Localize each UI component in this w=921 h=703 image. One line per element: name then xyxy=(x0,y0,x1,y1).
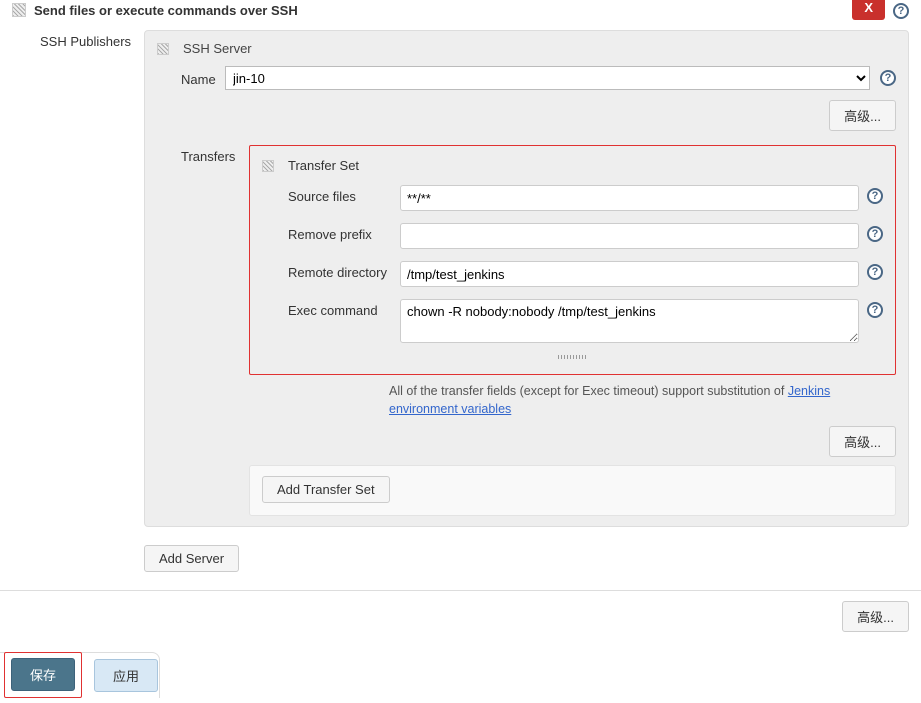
remote-directory-label: Remote directory xyxy=(262,261,400,280)
add-server-button[interactable]: Add Server xyxy=(144,545,239,572)
help-icon[interactable]: ? xyxy=(880,70,896,86)
transfer-set-label: Transfer Set xyxy=(288,158,359,173)
transfers-label: Transfers xyxy=(157,145,249,516)
remove-prefix-label: Remove prefix xyxy=(262,223,400,242)
save-button[interactable]: 保存 xyxy=(11,658,75,691)
server-name-select[interactable]: jin-10 xyxy=(225,66,870,90)
add-transfer-set-button[interactable]: Add Transfer Set xyxy=(262,476,390,503)
save-highlight: 保存 xyxy=(4,652,82,698)
help-icon[interactable]: ? xyxy=(893,3,909,19)
exec-command-label: Exec command xyxy=(262,299,400,318)
advanced-button[interactable]: 高级... xyxy=(829,426,896,457)
source-files-input[interactable] xyxy=(400,185,859,211)
resize-grip-icon[interactable] xyxy=(262,347,883,362)
ssh-publishers-panel: SSH Server Name jin-10 ? 高级... Transfers xyxy=(144,30,909,527)
name-label: Name xyxy=(157,69,225,87)
ssh-publishers-label: SSH Publishers xyxy=(12,30,144,527)
drag-handle-icon[interactable] xyxy=(157,43,169,55)
substitution-note: All of the transfer fields (except for E… xyxy=(389,383,896,418)
help-icon[interactable]: ? xyxy=(867,264,883,280)
remote-directory-input[interactable] xyxy=(400,261,859,287)
advanced-button[interactable]: 高级... xyxy=(842,601,909,632)
help-icon[interactable]: ? xyxy=(867,302,883,318)
advanced-button[interactable]: 高级... xyxy=(829,100,896,131)
help-icon[interactable]: ? xyxy=(867,188,883,204)
section-title: Send files or execute commands over SSH xyxy=(34,3,852,18)
transfer-set-highlight: Transfer Set Source files ? Remove prefi… xyxy=(249,145,896,375)
exec-command-textarea[interactable]: chown -R nobody:nobody /tmp/test_jenkins xyxy=(400,299,859,343)
apply-button[interactable]: 应用 xyxy=(94,659,158,692)
ssh-server-label: SSH Server xyxy=(183,41,252,56)
close-button[interactable]: X xyxy=(852,0,885,20)
help-icon[interactable]: ? xyxy=(867,226,883,242)
source-files-label: Source files xyxy=(262,185,400,204)
remove-prefix-input[interactable] xyxy=(400,223,859,249)
drag-handle-icon[interactable] xyxy=(262,160,274,172)
drag-handle-icon[interactable] xyxy=(12,3,26,17)
